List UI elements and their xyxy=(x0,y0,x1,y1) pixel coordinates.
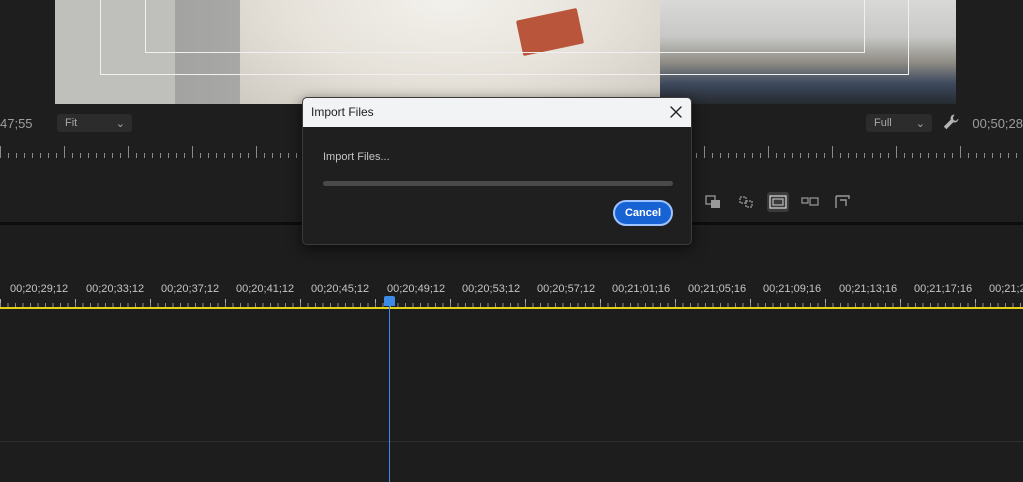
dialog-titlebar[interactable]: Import Files xyxy=(303,98,691,127)
playback-resolution-value: Full xyxy=(874,117,892,129)
timeline-timecode: 00;20;45;12 xyxy=(311,283,370,295)
duration-timecode: 00;50;28 xyxy=(972,116,1023,131)
export-frame-icon[interactable] xyxy=(703,193,723,211)
timeline-timecode: 00;20;49;12 xyxy=(387,283,446,295)
timeline-timecode: 00;21;2 xyxy=(989,283,1023,295)
import-files-dialog: Import Files Import Files... Cancel xyxy=(302,97,692,245)
import-progress-bar xyxy=(323,181,673,186)
chevron-down-icon: ⌄ xyxy=(915,118,925,130)
timeline-timecode: 00;21;05;16 xyxy=(688,283,747,295)
timeline-timecode: 00;20;41;12 xyxy=(236,283,295,295)
timeline-timecode: 00;21;01;16 xyxy=(612,283,671,295)
timeline-panel xyxy=(0,225,1023,482)
work-area-bar[interactable] xyxy=(0,307,1023,309)
close-icon[interactable] xyxy=(667,103,685,121)
timeline-timecode: 00;20;33;12 xyxy=(86,283,145,295)
zoom-level-select[interactable]: Fit ⌄ xyxy=(57,114,132,132)
timeline-timecode: 00;21;13;16 xyxy=(839,283,898,295)
timeline-timecode: 00;21;09;16 xyxy=(763,283,822,295)
title-safe-guide xyxy=(145,0,865,53)
chevron-down-icon: ⌄ xyxy=(115,118,125,130)
playhead-timecode[interactable]: 47;55 xyxy=(0,116,33,131)
zoom-level-value: Fit xyxy=(65,117,78,129)
playback-resolution-select[interactable]: Full ⌄ xyxy=(866,114,932,132)
timeline-time-ruler[interactable] xyxy=(0,299,1023,307)
track-divider xyxy=(0,441,1023,442)
timeline-timecode: 00;20;53;12 xyxy=(462,283,521,295)
playhead-handle[interactable] xyxy=(384,296,395,306)
timeline-timecode: 00;20;57;12 xyxy=(537,283,596,295)
compare-view-icon[interactable] xyxy=(736,193,756,211)
timeline-timecode: 00;20;37;12 xyxy=(161,283,220,295)
dialog-message: Import Files... xyxy=(323,151,390,163)
multi-camera-icon[interactable] xyxy=(800,193,820,211)
cancel-button[interactable]: Cancel xyxy=(613,200,673,226)
timeline-timecode: 00;21;17;16 xyxy=(914,283,973,295)
safe-margins-icon[interactable] xyxy=(767,192,789,212)
crop-guides-icon[interactable] xyxy=(833,193,853,211)
dialog-title: Import Files xyxy=(311,105,374,119)
playhead-line[interactable] xyxy=(389,306,390,482)
wrench-icon[interactable] xyxy=(942,113,960,131)
timeline-timecode: 00;20;29;12 xyxy=(10,283,69,295)
